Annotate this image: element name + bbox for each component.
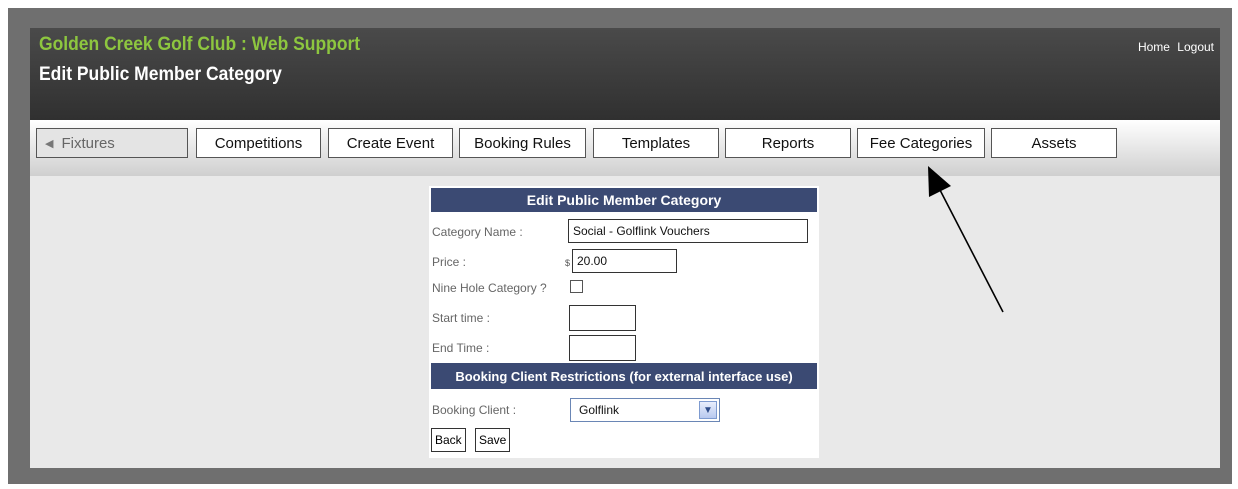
annotation-arrow — [928, 166, 1004, 313]
